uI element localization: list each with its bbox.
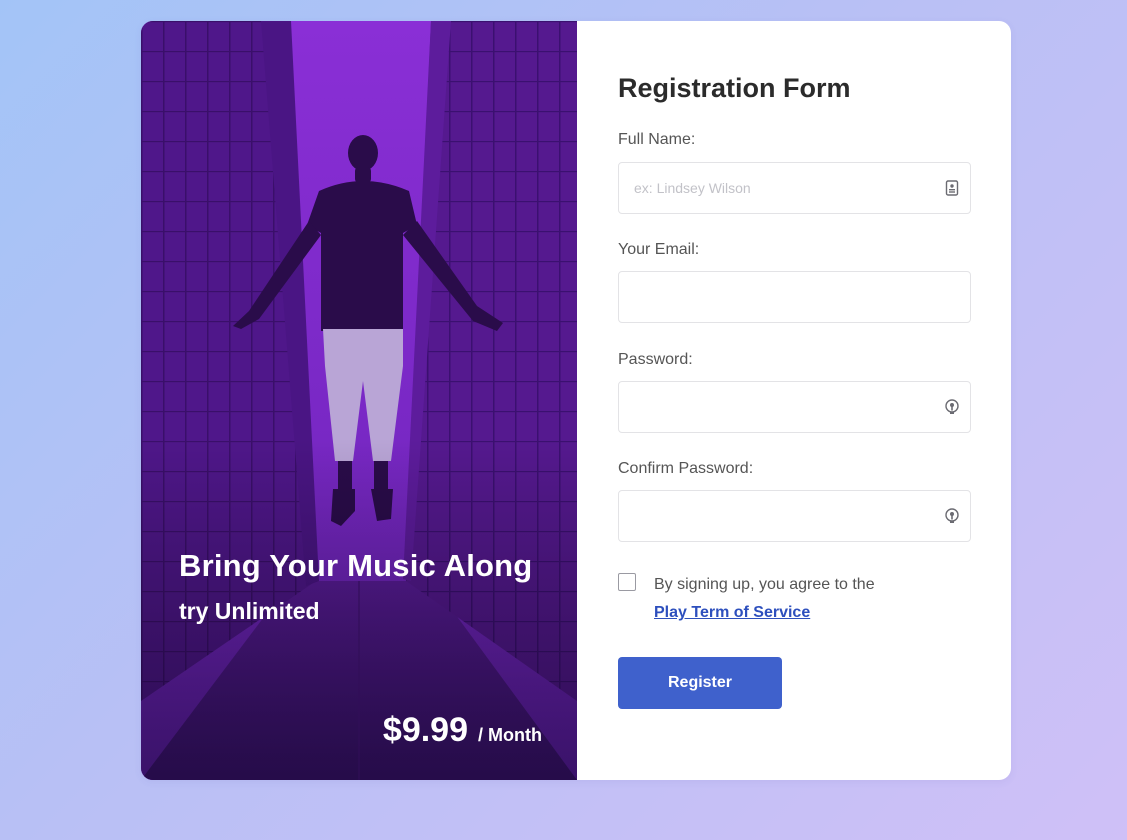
password-key-icon[interactable] <box>943 507 961 525</box>
confirm-password-field <box>618 490 971 542</box>
terms-agreement: By signing up, you agree to the Play Ter… <box>618 571 875 627</box>
password-input[interactable] <box>619 382 970 432</box>
promo-text: Bring Your Music Along try Unlimited <box>179 548 532 625</box>
password-field <box>618 381 971 433</box>
confirm-password-input[interactable] <box>619 491 970 541</box>
full-name-input[interactable] <box>619 163 970 213</box>
confirm-password-label: Confirm Password: <box>618 460 754 477</box>
promo-panel: Bring Your Music Along try Unlimited $9.… <box>141 21 577 780</box>
full-name-label: Full Name: <box>618 131 696 148</box>
terms-of-service-link[interactable]: Play Term of Service <box>654 599 875 627</box>
promo-photo <box>141 21 577 780</box>
price-amount: $9.99 <box>382 711 469 749</box>
email-field <box>618 271 971 323</box>
form-panel: Registration Form Full Name: Your Email:… <box>577 21 1011 780</box>
registration-card: Bring Your Music Along try Unlimited $9.… <box>141 21 1011 780</box>
terms-checkbox[interactable] <box>618 573 636 591</box>
price-period: / Month <box>478 725 542 745</box>
password-label: Password: <box>618 351 693 368</box>
form-title: Registration Form <box>618 73 851 103</box>
price-tag: $9.99 / Month <box>383 711 542 750</box>
password-key-icon[interactable] <box>943 398 961 416</box>
full-name-field <box>618 162 971 214</box>
promo-subline: try Unlimited <box>179 598 320 624</box>
terms-text: By signing up, you agree to the Play Ter… <box>654 571 875 627</box>
contact-card-icon <box>945 180 959 196</box>
register-button[interactable]: Register <box>618 657 782 709</box>
promo-headline: Bring Your Music Along <box>179 548 533 583</box>
email-input[interactable] <box>619 272 970 322</box>
terms-statement: By signing up, you agree to the <box>654 576 875 593</box>
email-label: Your Email: <box>618 241 700 258</box>
